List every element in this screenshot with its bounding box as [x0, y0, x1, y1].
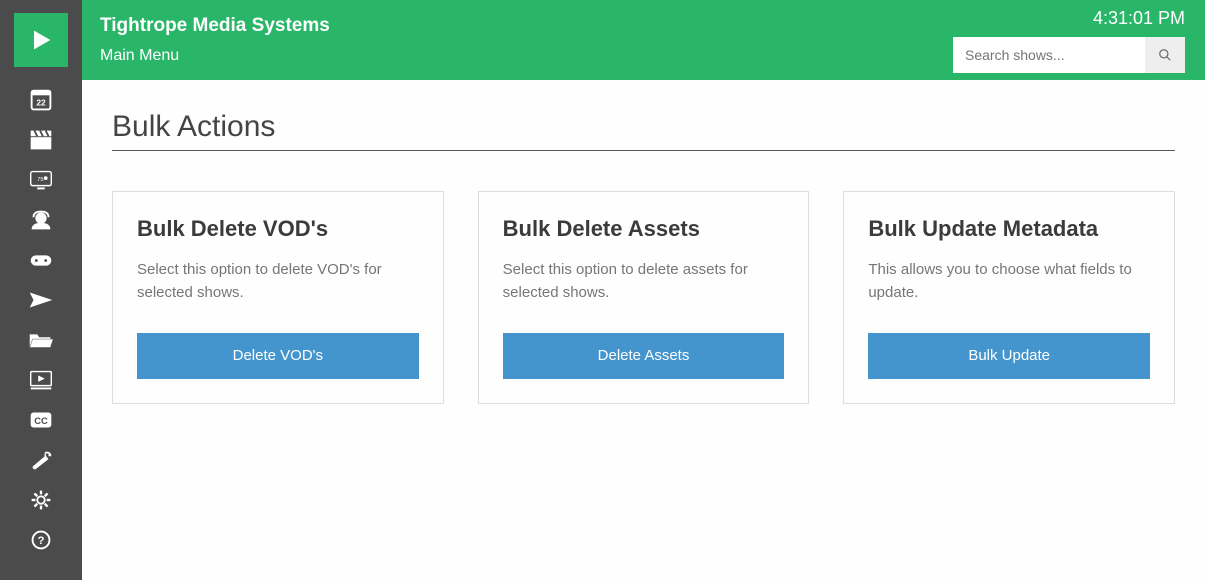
clapper-icon	[26, 128, 56, 152]
sidebar-item-headset[interactable]	[0, 200, 82, 240]
calendar-icon: 22	[26, 88, 56, 112]
card-title: Bulk Update Metadata	[868, 216, 1150, 242]
play-triangle-icon	[27, 26, 55, 54]
content: Bulk Actions Bulk Delete VOD's Select th…	[82, 80, 1205, 580]
sidebar-item-clapper[interactable]	[0, 120, 82, 160]
card-desc: Select this option to delete assets for …	[503, 258, 785, 305]
svg-text:CC: CC	[34, 416, 48, 426]
sidebar-item-gear[interactable]	[0, 480, 82, 520]
search-input[interactable]	[953, 37, 1145, 73]
main-area: Tightrope Media Systems Main Menu 4:31:0…	[82, 0, 1205, 580]
clock: 4:31:01 PM	[1093, 8, 1185, 29]
gear-icon	[26, 488, 56, 512]
gamepad-icon	[26, 248, 56, 272]
sidebar-item-cc[interactable]: CC	[0, 400, 82, 440]
tv-icon: 75	[26, 168, 56, 192]
app-logo[interactable]	[14, 13, 68, 67]
sidebar-item-folder[interactable]	[0, 320, 82, 360]
cards-row: Bulk Delete VOD's Select this option to …	[112, 191, 1175, 404]
bulk-update-button[interactable]: Bulk Update	[868, 333, 1150, 379]
send-icon	[26, 288, 56, 312]
monitor-play-icon	[26, 368, 56, 392]
delete-assets-button[interactable]: Delete Assets	[503, 333, 785, 379]
svg-text:?: ?	[38, 535, 45, 547]
sidebar-item-send[interactable]	[0, 280, 82, 320]
sidebar-item-wrench[interactable]	[0, 440, 82, 480]
card-title: Bulk Delete Assets	[503, 216, 785, 242]
sidebar-item-calendar[interactable]: 22	[0, 80, 82, 120]
card-desc: Select this option to delete VOD's for s…	[137, 258, 419, 305]
topbar: Tightrope Media Systems Main Menu 4:31:0…	[82, 0, 1205, 80]
help-icon: ?	[26, 528, 56, 552]
sidebar-item-monitor-play[interactable]	[0, 360, 82, 400]
sidebar-item-help[interactable]: ?	[0, 520, 82, 560]
sidebar-item-gamepad[interactable]	[0, 240, 82, 280]
search-icon	[1158, 48, 1172, 62]
card-delete-assets: Bulk Delete Assets Select this option to…	[478, 191, 810, 404]
main-menu-label[interactable]: Main Menu	[100, 47, 330, 65]
wrench-icon	[26, 448, 56, 472]
card-title: Bulk Delete VOD's	[137, 216, 419, 242]
sidebar-item-tv[interactable]: 75	[0, 160, 82, 200]
headset-icon	[26, 208, 56, 232]
search-button[interactable]	[1145, 37, 1185, 73]
card-delete-vods: Bulk Delete VOD's Select this option to …	[112, 191, 444, 404]
page-title: Bulk Actions	[112, 110, 1175, 151]
org-name: Tightrope Media Systems	[100, 15, 330, 37]
delete-vods-button[interactable]: Delete VOD's	[137, 333, 419, 379]
folder-open-icon	[26, 328, 56, 352]
card-desc: This allows you to choose what fields to…	[868, 258, 1150, 305]
svg-text:75: 75	[37, 177, 43, 183]
cc-icon: CC	[26, 408, 56, 432]
card-bulk-update: Bulk Update Metadata This allows you to …	[843, 191, 1175, 404]
svg-text:22: 22	[36, 98, 46, 108]
search-group	[953, 37, 1185, 73]
sidebar: 22 75 CC ?	[0, 0, 82, 580]
